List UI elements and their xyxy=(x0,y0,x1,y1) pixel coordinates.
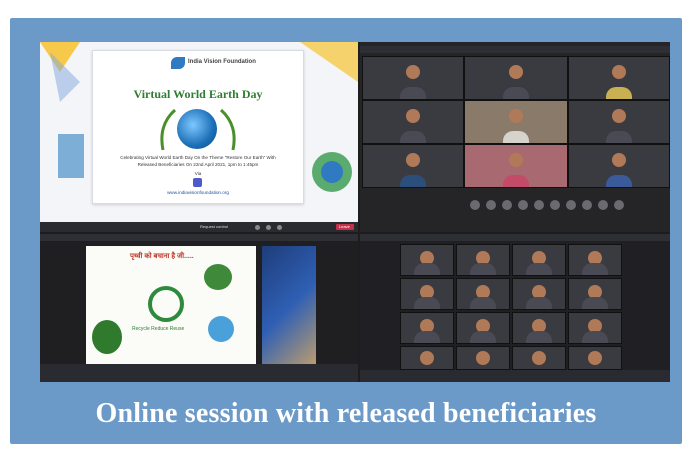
earth-day-slide: India Vision Foundation Virtual World Ea… xyxy=(92,50,304,204)
participant-tile xyxy=(400,278,454,310)
slide-website: www.indiavisionfoundation.org xyxy=(167,190,229,195)
participant-tile xyxy=(456,278,510,310)
participant-gallery-2 xyxy=(360,234,670,382)
leave-button[interactable]: Leave xyxy=(336,224,354,230)
participant-tile xyxy=(512,312,566,344)
teams-logo-icon xyxy=(193,178,202,187)
participant-tile xyxy=(464,56,568,100)
participant-tile xyxy=(568,56,670,100)
participant-tile xyxy=(362,100,464,144)
participant-tile xyxy=(568,244,622,276)
participant-tile xyxy=(400,244,454,276)
thumbnail-bar xyxy=(40,364,358,382)
participant-tile xyxy=(362,56,464,100)
globe-icon xyxy=(177,109,217,149)
share-icon[interactable] xyxy=(277,225,282,230)
org-name: India Vision Foundation xyxy=(188,59,256,65)
meeting-notice-bar xyxy=(40,234,358,241)
thumbnail-bar xyxy=(360,370,670,382)
participant-tile xyxy=(568,312,622,344)
meeting-controls-bar: Request control Leave xyxy=(40,222,358,232)
tree-icon xyxy=(204,264,232,290)
participant-tile xyxy=(568,100,670,144)
participant-tile xyxy=(464,100,568,144)
participant-tile xyxy=(568,346,622,370)
screenshot-collage: India Vision Foundation Virtual World Ea… xyxy=(40,42,670,382)
globe-hands-icon xyxy=(208,316,234,342)
shared-poster-panel: पृथ्वी को बचाना है जी..... Recycle Reduc… xyxy=(40,234,358,382)
slide-via: Via xyxy=(194,171,202,176)
photo-frame: India Vision Foundation Virtual World Ea… xyxy=(10,18,682,444)
big-tree-icon xyxy=(92,320,122,354)
participant-tile xyxy=(400,312,454,344)
shared-slide-panel: India Vision Foundation Virtual World Ea… xyxy=(40,42,358,232)
slide-line-2: Released Beneficiaries On 22nd April 202… xyxy=(137,162,259,167)
participant-tile xyxy=(512,244,566,276)
recycle-icon xyxy=(148,286,184,322)
recycle-words: Recycle Reduce Reuse xyxy=(132,326,185,332)
participant-tile xyxy=(512,278,566,310)
painted-face-image xyxy=(262,246,316,370)
save-earth-poster: पृथ्वी को बचाना है जी..... Recycle Reduc… xyxy=(86,246,256,370)
participant-tile xyxy=(568,278,622,310)
video-thumbnail-strip xyxy=(470,198,660,212)
participant-tile xyxy=(362,144,464,188)
participant-tile xyxy=(512,346,566,370)
photo-caption: Online session with released beneficiari… xyxy=(95,398,597,429)
participant-tile xyxy=(456,244,510,276)
meeting-notice-bar xyxy=(360,46,670,53)
participant-tile xyxy=(456,346,510,370)
participant-tile xyxy=(568,144,670,188)
participant-tile xyxy=(456,312,510,344)
slide-title: Virtual World Earth Day xyxy=(133,87,263,101)
slide-line-1: Celebrating Virtual World Earth Day On t… xyxy=(120,155,276,160)
request-control-button[interactable]: Request control xyxy=(200,224,228,229)
poster-heading: पृथ्वी को बचाना है जी..... xyxy=(130,253,194,260)
participant-tile xyxy=(400,346,454,370)
participant-gallery-1 xyxy=(360,42,670,232)
bird-logo-icon xyxy=(171,57,185,69)
participant-tile xyxy=(464,144,568,188)
mic-icon[interactable] xyxy=(266,225,271,230)
camera-icon[interactable] xyxy=(255,225,260,230)
meeting-notice-bar xyxy=(360,234,670,241)
